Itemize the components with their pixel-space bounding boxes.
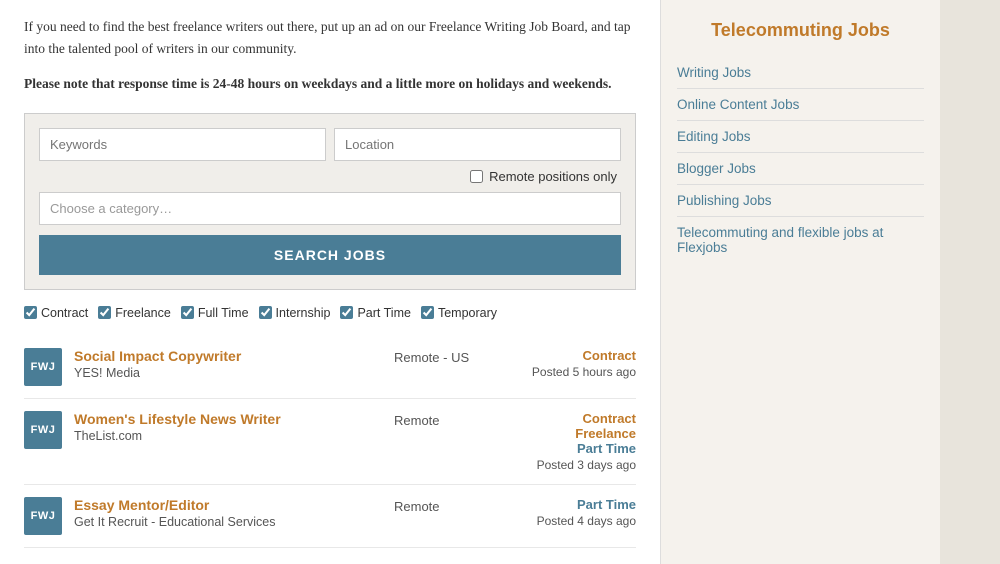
notice-paragraph: Please note that response time is 24-48 …: [24, 73, 636, 95]
filter-temporary: Temporary: [421, 306, 497, 320]
filter-contract: Contract: [24, 306, 88, 320]
filter-freelance: Freelance: [98, 306, 171, 320]
job-title-2[interactable]: Women's Lifestyle News Writer: [74, 411, 382, 427]
filter-temporary-label: Temporary: [438, 306, 497, 320]
job-type-parttime-3: Part Time: [526, 497, 636, 512]
intro-paragraph: If you need to find the best freelance w…: [24, 16, 636, 59]
job-meta-2: Contract Freelance Part Time Posted 3 da…: [526, 411, 636, 472]
job-logo-1: FWJ: [24, 348, 62, 386]
search-inputs-row: [39, 128, 621, 161]
job-company-2: TheList.com: [74, 429, 142, 443]
remote-checkbox[interactable]: [470, 170, 483, 183]
filter-temporary-checkbox[interactable]: [421, 306, 434, 319]
job-title-1[interactable]: Social Impact Copywriter: [74, 348, 382, 364]
sidebar-link-flexjobs[interactable]: Telecommuting and flexible jobs at Flexj…: [677, 217, 924, 263]
job-type-contract-2: Contract: [526, 411, 636, 426]
job-title-3[interactable]: Essay Mentor/Editor: [74, 497, 382, 513]
remote-row: Remote positions only: [39, 169, 621, 184]
job-posted-2: Posted 3 days ago: [526, 458, 636, 472]
filter-fulltime-checkbox[interactable]: [181, 306, 194, 319]
job-info-3: Essay Mentor/Editor Get It Recruit - Edu…: [74, 497, 382, 531]
location-input[interactable]: [334, 128, 621, 161]
filter-contract-label: Contract: [41, 306, 88, 320]
job-type-freelance-2: Freelance: [526, 426, 636, 441]
job-posted-3: Posted 4 days ago: [526, 514, 636, 528]
filter-freelance-checkbox[interactable]: [98, 306, 111, 319]
job-info-1: Social Impact Copywriter YES! Media: [74, 348, 382, 382]
job-logo-3: FWJ: [24, 497, 62, 535]
job-company-1: YES! Media: [74, 366, 140, 380]
sidebar-link-writing[interactable]: Writing Jobs: [677, 57, 924, 89]
sidebar-title: Telecommuting Jobs: [677, 20, 924, 41]
job-company-3: Get It Recruit - Educational Services: [74, 515, 275, 529]
filter-fulltime: Full Time: [181, 306, 249, 320]
sidebar-link-online-content[interactable]: Online Content Jobs: [677, 89, 924, 121]
category-select[interactable]: Choose a category…: [39, 192, 621, 225]
job-posted-1: Posted 5 hours ago: [526, 365, 636, 379]
search-button[interactable]: SEARCH JOBS: [39, 235, 621, 275]
main-content: If you need to find the best freelance w…: [0, 0, 660, 564]
filter-internship-checkbox[interactable]: [259, 306, 272, 319]
job-card-3: FWJ Essay Mentor/Editor Get It Recruit -…: [24, 485, 636, 548]
filter-freelance-label: Freelance: [115, 306, 171, 320]
keywords-input[interactable]: [39, 128, 326, 161]
job-type-contract-1: Contract: [526, 348, 636, 363]
job-location-2: Remote: [394, 411, 514, 428]
job-location-3: Remote: [394, 497, 514, 514]
job-type-parttime-2: Part Time: [526, 441, 636, 456]
job-info-2: Women's Lifestyle News Writer TheList.co…: [74, 411, 382, 445]
filter-contract-checkbox[interactable]: [24, 306, 37, 319]
job-meta-1: Contract Posted 5 hours ago: [526, 348, 636, 379]
sidebar-link-blogger[interactable]: Blogger Jobs: [677, 153, 924, 185]
filter-parttime-label: Part Time: [357, 306, 411, 320]
job-logo-2: FWJ: [24, 411, 62, 449]
filter-parttime-checkbox[interactable]: [340, 306, 353, 319]
job-card-1: FWJ Social Impact Copywriter YES! Media …: [24, 336, 636, 399]
remote-label: Remote positions only: [489, 169, 617, 184]
filter-fulltime-label: Full Time: [198, 306, 249, 320]
sidebar-link-editing[interactable]: Editing Jobs: [677, 121, 924, 153]
filter-parttime: Part Time: [340, 306, 411, 320]
sidebar: Telecommuting Jobs Writing Jobs Online C…: [660, 0, 940, 564]
sidebar-link-publishing[interactable]: Publishing Jobs: [677, 185, 924, 217]
filter-internship-label: Internship: [276, 306, 331, 320]
job-location-1: Remote - US: [394, 348, 514, 365]
job-meta-3: Part Time Posted 4 days ago: [526, 497, 636, 528]
job-card-2: FWJ Women's Lifestyle News Writer TheLis…: [24, 399, 636, 485]
filter-row: Contract Freelance Full Time Internship …: [24, 306, 636, 320]
search-box: Remote positions only Choose a category……: [24, 113, 636, 290]
filter-internship: Internship: [259, 306, 331, 320]
job-list: FWJ Social Impact Copywriter YES! Media …: [24, 336, 636, 548]
